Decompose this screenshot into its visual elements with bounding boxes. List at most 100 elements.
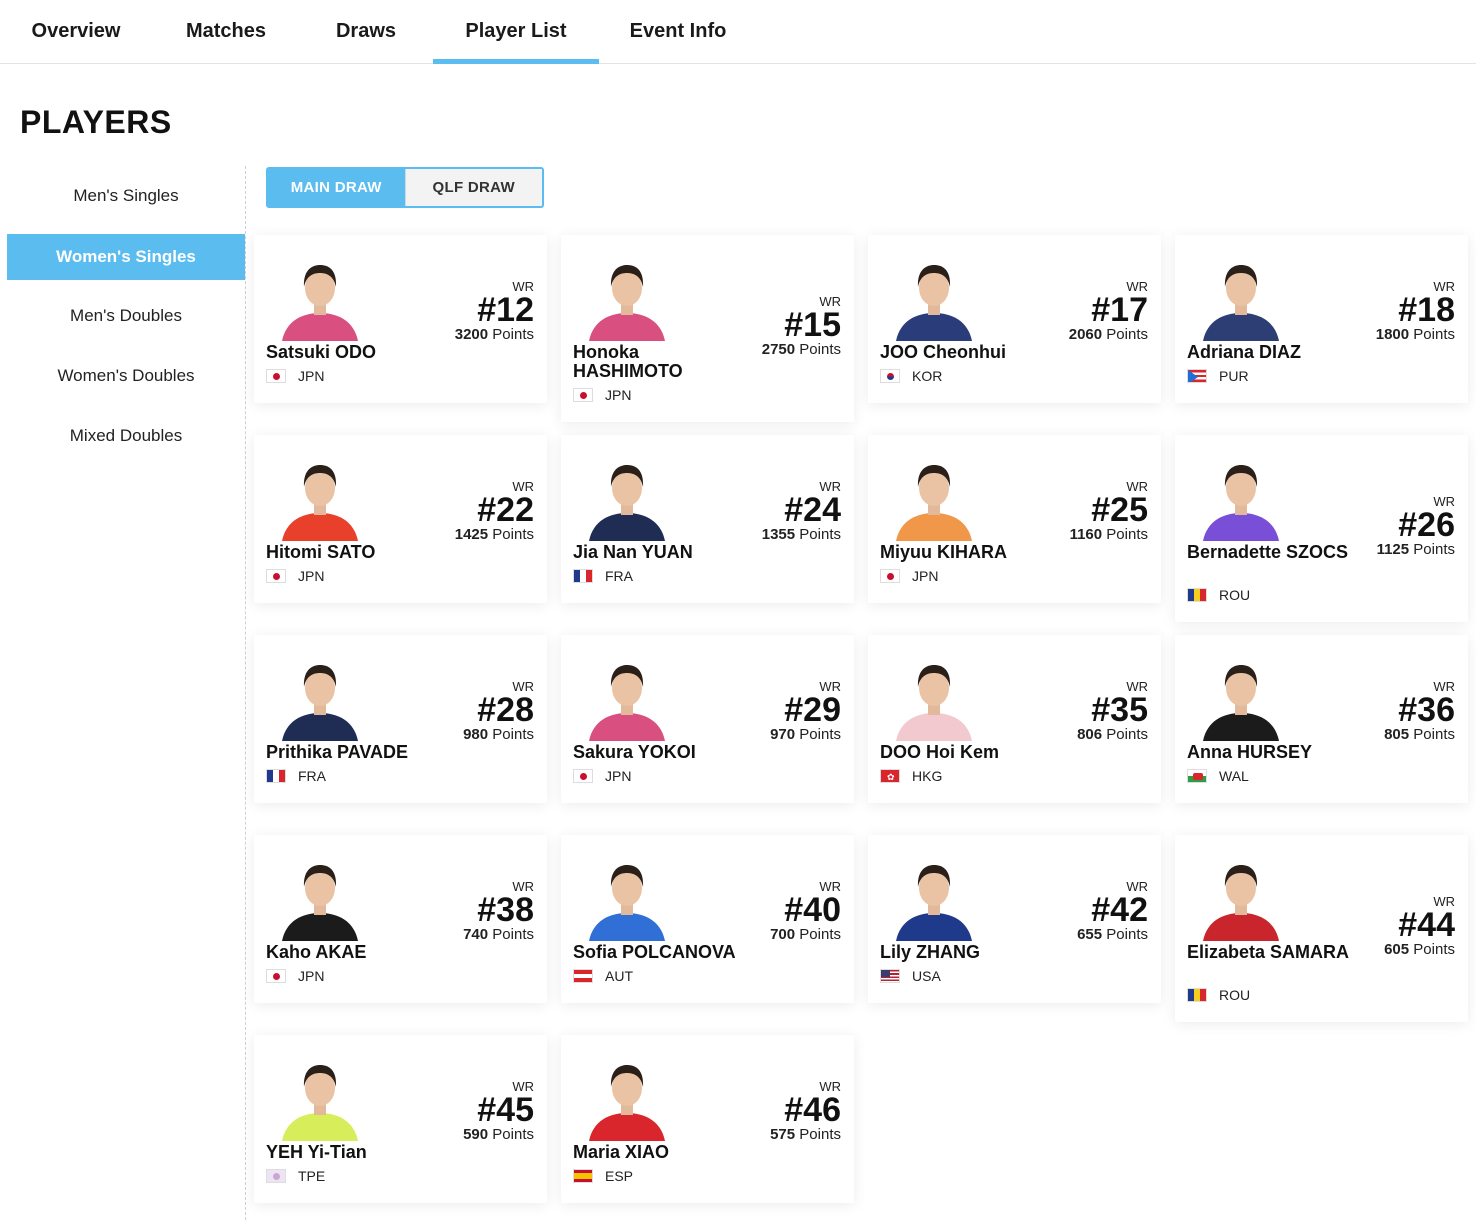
world-rank-number: #42: [1091, 891, 1148, 929]
flag-icon: [266, 369, 286, 383]
player-card[interactable]: Satsuki ODO JPN WR #12 3200 Points: [254, 235, 547, 403]
player-name[interactable]: Jia Nan YUAN: [573, 543, 743, 562]
sidebar-item-womens-doubles[interactable]: Women's Doubles: [7, 353, 245, 399]
points-suffix: Points: [1106, 326, 1148, 343]
player-name[interactable]: JOO Cheonhui: [880, 343, 1050, 362]
player-photo: [892, 455, 976, 541]
world-rank-number: #36: [1398, 691, 1455, 729]
points-value: 806: [1077, 726, 1103, 743]
world-rank-number: #18: [1398, 291, 1455, 329]
world-rank-number: #26: [1398, 506, 1455, 544]
ranking-points: 980 Points: [463, 726, 534, 743]
points-value: 1355: [761, 526, 796, 543]
points-value: 2060: [1068, 326, 1103, 343]
player-country: JPN: [266, 368, 324, 384]
player-name[interactable]: Kaho AKAE: [266, 943, 436, 962]
sidebar-item-mens-singles[interactable]: Men's Singles: [7, 173, 245, 219]
player-name[interactable]: Sofia POLCANOVA: [573, 943, 743, 962]
world-ranking: WR #38 740 Points: [463, 879, 534, 943]
event-sidebar: Men's Singles Women's Singles Men's Doub…: [0, 166, 246, 1220]
player-name[interactable]: Prithika PAVADE: [266, 743, 436, 762]
player-name[interactable]: DOO Hoi Kem: [880, 743, 1050, 762]
player-photo: [585, 255, 669, 341]
points-value: 605: [1384, 941, 1410, 958]
country-code: AUT: [605, 968, 633, 984]
tab-draws[interactable]: Draws: [312, 0, 420, 63]
world-ranking: WR #29 970 Points: [770, 679, 841, 743]
country-code: PUR: [1219, 368, 1249, 384]
player-name[interactable]: Anna HURSEY: [1187, 743, 1357, 762]
points-suffix: Points: [799, 926, 841, 943]
player-name[interactable]: Miyuu KIHARA: [880, 543, 1050, 562]
player-name[interactable]: Honoka HASHIMOTO: [573, 343, 743, 381]
player-name[interactable]: Bernadette SZOCS: [1187, 543, 1357, 562]
player-card[interactable]: Prithika PAVADE FRA WR #28 980 Points: [254, 635, 547, 803]
points-suffix: Points: [799, 526, 841, 543]
world-rank-number: #40: [784, 891, 841, 929]
page-title: PLAYERS: [20, 104, 172, 140]
player-card[interactable]: Maria XIAO ESP WR #46 575 Points: [561, 1035, 854, 1203]
player-country: JPN: [266, 568, 324, 584]
top-navigation: Overview Matches Draws Player List Event…: [0, 0, 1476, 64]
player-card[interactable]: Kaho AKAE JPN WR #38 740 Points: [254, 835, 547, 1003]
points-suffix: Points: [799, 341, 841, 358]
player-card[interactable]: JOO Cheonhui KOR WR #17 2060 Points: [868, 235, 1161, 403]
player-card[interactable]: Adriana DIAZ PUR WR #18 1800 Points: [1175, 235, 1468, 403]
player-card[interactable]: YEH Yi-Tian TPE WR #45 590 Points: [254, 1035, 547, 1203]
player-name[interactable]: Elizabeta SAMARA: [1187, 943, 1357, 962]
player-country: JPN: [573, 387, 631, 403]
sidebar-item-womens-singles[interactable]: Women's Singles: [7, 234, 245, 280]
player-card[interactable]: Jia Nan YUAN FRA WR #24 1355 Points: [561, 435, 854, 603]
country-code: TPE: [298, 1168, 326, 1184]
player-photo: [278, 655, 362, 741]
tab-player-list[interactable]: Player List: [433, 0, 599, 64]
player-name[interactable]: Satsuki ODO: [266, 343, 436, 362]
country-code: JPN: [298, 968, 325, 984]
player-country: ✿ HKG: [880, 768, 942, 784]
main-draw-button[interactable]: MAIN DRAW: [268, 169, 405, 206]
player-card[interactable]: Elizabeta SAMARA ROU WR #44 605 Points: [1175, 835, 1468, 1022]
points-value: 700: [770, 926, 796, 943]
player-name[interactable]: Adriana DIAZ: [1187, 343, 1357, 362]
points-suffix: Points: [1413, 726, 1455, 743]
tab-event-info[interactable]: Event Info: [614, 0, 742, 63]
sidebar-item-mens-doubles[interactable]: Men's Doubles: [7, 293, 245, 339]
ranking-points: 3200 Points: [455, 326, 534, 343]
tab-matches[interactable]: Matches: [158, 0, 294, 63]
flag-icon: ✿: [880, 769, 900, 783]
country-code: FRA: [298, 768, 326, 784]
player-name[interactable]: Sakura YOKOI: [573, 743, 743, 762]
player-name[interactable]: Lily ZHANG: [880, 943, 1050, 962]
player-photo: [585, 855, 669, 941]
player-photo: [1199, 655, 1283, 741]
player-photo: [585, 1055, 669, 1141]
tab-overview[interactable]: Overview: [12, 0, 140, 63]
flag-icon: [880, 369, 900, 383]
country-code: JPN: [605, 768, 632, 784]
sidebar-item-mixed-doubles[interactable]: Mixed Doubles: [7, 413, 245, 459]
player-name[interactable]: Hitomi SATO: [266, 543, 436, 562]
world-ranking: WR #15 2750 Points: [762, 294, 841, 358]
player-card[interactable]: DOO Hoi Kem ✿ HKG WR #35 806 Points: [868, 635, 1161, 803]
player-card[interactable]: Anna HURSEY WAL WR #36 805 Points: [1175, 635, 1468, 803]
world-rank-number: #17: [1091, 291, 1148, 329]
player-card[interactable]: Sofia POLCANOVA AUT WR #40 700 Points: [561, 835, 854, 1003]
player-card[interactable]: Miyuu KIHARA JPN WR #25 1160 Points: [868, 435, 1161, 603]
flag-icon: [1187, 769, 1207, 783]
player-card[interactable]: Lily ZHANG USA WR #42 655 Points: [868, 835, 1161, 1003]
qlf-draw-button[interactable]: QLF DRAW: [404, 169, 542, 206]
player-card[interactable]: Hitomi SATO JPN WR #22 1425 Points: [254, 435, 547, 603]
flag-icon: [1187, 588, 1207, 602]
points-suffix: Points: [1413, 941, 1455, 958]
player-card[interactable]: Sakura YOKOI JPN WR #29 970 Points: [561, 635, 854, 803]
ranking-points: 590 Points: [463, 1126, 534, 1143]
ranking-points: 700 Points: [770, 926, 841, 943]
player-card[interactable]: Honoka HASHIMOTO JPN WR #15 2750 Points: [561, 235, 854, 422]
player-country: ROU: [1187, 587, 1250, 603]
player-name[interactable]: Maria XIAO: [573, 1143, 743, 1162]
player-card[interactable]: Bernadette SZOCS ROU WR #26 1125 Points: [1175, 435, 1468, 622]
draw-toggle: MAIN DRAW QLF DRAW: [266, 167, 544, 208]
player-photo: [585, 655, 669, 741]
player-name[interactable]: YEH Yi-Tian: [266, 1143, 436, 1162]
player-photo: [1199, 455, 1283, 541]
